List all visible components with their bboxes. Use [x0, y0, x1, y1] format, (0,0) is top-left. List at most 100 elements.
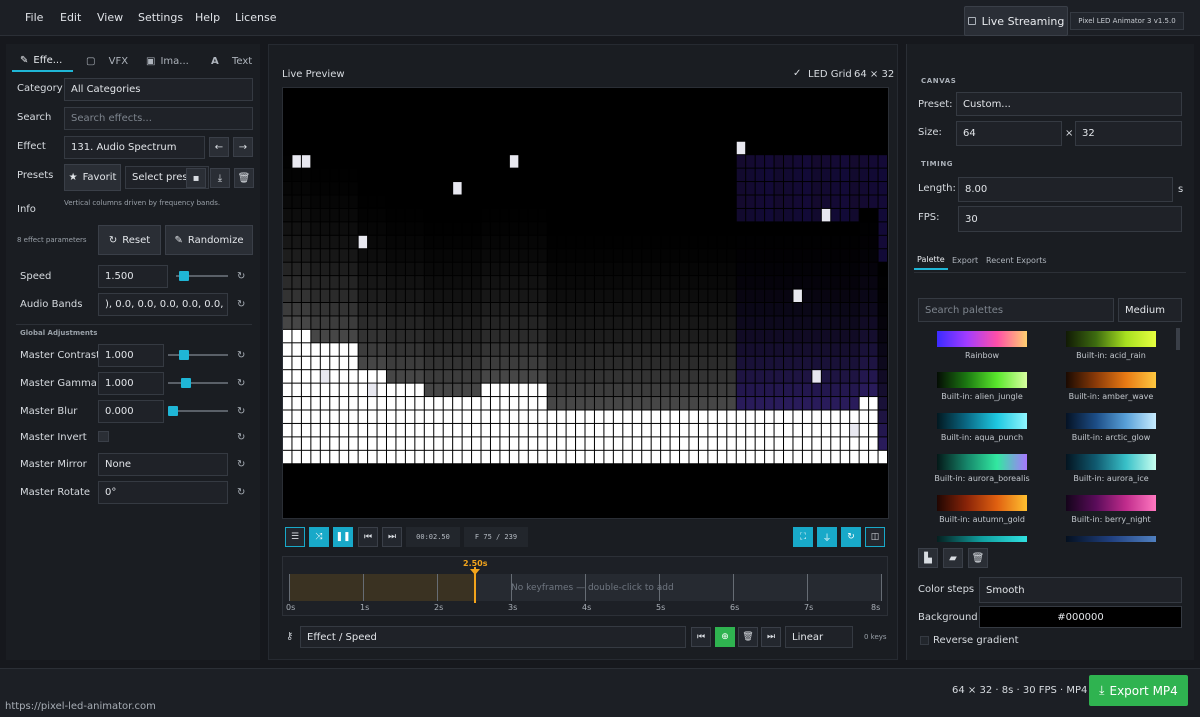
split-view-button[interactable]: ◫ — [865, 527, 885, 547]
randomize-button[interactable]: ✎ Randomize — [165, 225, 253, 255]
contrast-slider[interactable] — [168, 354, 228, 356]
palette-swatch[interactable] — [937, 413, 1027, 429]
category-select[interactable]: All Categories — [64, 78, 253, 101]
mirror-reset-icon[interactable]: ↻ — [237, 459, 245, 470]
led-grid-checkbox-icon[interactable]: ✓ — [793, 68, 801, 79]
reset-button[interactable]: ↻ Reset — [98, 225, 161, 255]
prev-key-button[interactable]: ⏮ — [691, 627, 711, 647]
palette-swatch[interactable] — [937, 331, 1027, 347]
master-invert-checkbox[interactable] — [98, 431, 109, 442]
palette-swatch[interactable] — [937, 536, 1027, 542]
favorite-button[interactable]: ★ Favorit — [64, 164, 121, 191]
led-pixel — [784, 343, 793, 356]
contrast-slider-thumb[interactable] — [179, 350, 189, 360]
audio-bands-reset-icon[interactable]: ↻ — [237, 299, 245, 310]
tab-vfx[interactable]: ▢ VFX — [86, 50, 128, 72]
gamma-slider-thumb[interactable] — [180, 378, 191, 388]
blur-reset-icon[interactable]: ↻ — [237, 406, 245, 417]
tab-image[interactable]: ▣ Ima... — [146, 50, 189, 72]
plug-button[interactable]: ⏚ — [817, 527, 837, 547]
led-pixel — [396, 316, 405, 329]
canvas-preset-select[interactable]: Custom... — [956, 92, 1182, 116]
tab-export[interactable]: Export — [952, 250, 978, 270]
menu-help[interactable]: Help — [195, 11, 220, 24]
add-key-button[interactable]: ⊕ — [715, 627, 735, 647]
tab-palette[interactable]: Palette — [914, 250, 948, 270]
tab-effects[interactable]: ✎ Effe... — [12, 50, 73, 72]
blur-slider-thumb[interactable] — [168, 406, 178, 416]
speed-slider-thumb[interactable] — [179, 271, 190, 281]
export-mp4-button[interactable]: ⤓ Export MP4 — [1089, 675, 1188, 706]
tab-recent-exports[interactable]: Recent Exports — [986, 250, 1047, 270]
invert-reset-icon[interactable]: ↻ — [237, 432, 245, 443]
speed-input[interactable]: 1.500 — [98, 265, 168, 288]
master-blur-input[interactable]: 0.000 — [98, 400, 164, 423]
palette-swatch[interactable] — [1066, 454, 1156, 470]
effect-select[interactable]: 131. Audio Spectrum — [64, 136, 205, 159]
open-palette-button[interactable]: ▰ — [943, 548, 963, 568]
prev-effect-button[interactable]: ← — [209, 137, 229, 157]
site-url[interactable]: https://pixel-led-animator.com — [5, 701, 156, 712]
live-streaming-button[interactable]: Live Streaming — [964, 6, 1068, 36]
length-input[interactable]: 8.00 — [958, 177, 1173, 202]
led-preview-canvas[interactable] — [282, 87, 889, 519]
palette-swatch[interactable] — [1066, 331, 1156, 347]
next-key-button[interactable]: ⏭ — [761, 627, 781, 647]
pause-button[interactable]: ❚❚ — [333, 527, 353, 547]
led-pixel — [547, 276, 557, 289]
fullscreen-button[interactable]: ⛶ — [793, 527, 813, 547]
contrast-reset-icon[interactable]: ↻ — [237, 350, 245, 361]
download-preset-button[interactable]: ⤓ — [210, 168, 230, 188]
master-contrast-input[interactable]: 1.000 — [98, 344, 164, 367]
palette-size-select[interactable]: Medium — [1118, 298, 1182, 322]
reverse-gradient-checkbox[interactable] — [920, 636, 929, 645]
led-pixel — [320, 222, 330, 235]
color-steps-select[interactable]: Smooth — [979, 577, 1182, 603]
import-palette-button[interactable]: ▙ — [918, 548, 938, 568]
menu-view[interactable]: View — [97, 11, 123, 24]
next-effect-button[interactable]: → — [233, 137, 253, 157]
delete-preset-button[interactable]: 🗑 — [234, 168, 254, 188]
palette-swatch[interactable] — [1066, 413, 1156, 429]
background-color-input[interactable]: #000000 — [979, 606, 1182, 628]
palette-swatch[interactable] — [937, 454, 1027, 470]
delete-palette-button[interactable]: 🗑 — [968, 548, 988, 568]
skip-forward-button[interactable]: ⏭ — [382, 527, 402, 547]
menu-edit[interactable]: Edit — [60, 11, 81, 24]
palette-swatch[interactable] — [1066, 536, 1156, 542]
menu-file[interactable]: File — [25, 11, 43, 24]
canvas-height-input[interactable]: 32 — [1075, 121, 1182, 146]
palette-swatch[interactable] — [1066, 372, 1156, 388]
tab-text[interactable]: A Text — [211, 50, 252, 72]
palette-swatch[interactable] — [1066, 495, 1156, 511]
led-pixel — [869, 168, 878, 182]
speed-reset-icon[interactable]: ↻ — [237, 271, 245, 282]
delete-key-button[interactable]: 🗑 — [738, 627, 758, 647]
menu-license[interactable]: License — [235, 11, 276, 24]
led-pixel — [585, 303, 594, 316]
shuffle-button[interactable]: ⤨ — [309, 527, 329, 547]
master-gamma-input[interactable]: 1.000 — [98, 372, 164, 395]
menu-settings[interactable]: Settings — [138, 11, 183, 24]
palette-scrollbar[interactable] — [1176, 328, 1180, 350]
canvas-width-input[interactable]: 64 — [956, 121, 1062, 146]
fps-input[interactable]: 30 — [958, 206, 1182, 232]
palette-swatch[interactable] — [937, 372, 1027, 388]
loop-button[interactable]: ↻ — [841, 527, 861, 547]
master-mirror-select[interactable]: None — [98, 453, 228, 476]
keyframe-timeline[interactable]: 0s 1s 2s 3s 4s 5s 6s 7s 8s No keyframes — double… — [282, 556, 888, 616]
menu-button[interactable]: ☰ — [285, 527, 305, 547]
palette-swatch[interactable] — [937, 495, 1027, 511]
rotate-reset-icon[interactable]: ↻ — [237, 487, 245, 498]
gamma-reset-icon[interactable]: ↻ — [237, 378, 245, 389]
led-pixel — [727, 249, 736, 262]
master-rotate-select[interactable]: 0° — [98, 481, 228, 504]
track-select[interactable]: Effect / Speed — [300, 626, 686, 648]
interpolation-select[interactable]: Linear — [785, 626, 853, 648]
palette-search-input[interactable]: Search palettes — [918, 298, 1114, 322]
save-preset-button[interactable]: ▪ — [186, 168, 206, 188]
search-effects-input[interactable]: Search effects... — [64, 107, 253, 130]
skip-back-button[interactable]: ⏮ — [358, 527, 378, 547]
gamma-slider[interactable] — [168, 382, 228, 384]
audio-bands-input[interactable]: ), 0.0, 0.0, 0.0, 0.0, 0.0, 0.0] — [98, 293, 228, 316]
